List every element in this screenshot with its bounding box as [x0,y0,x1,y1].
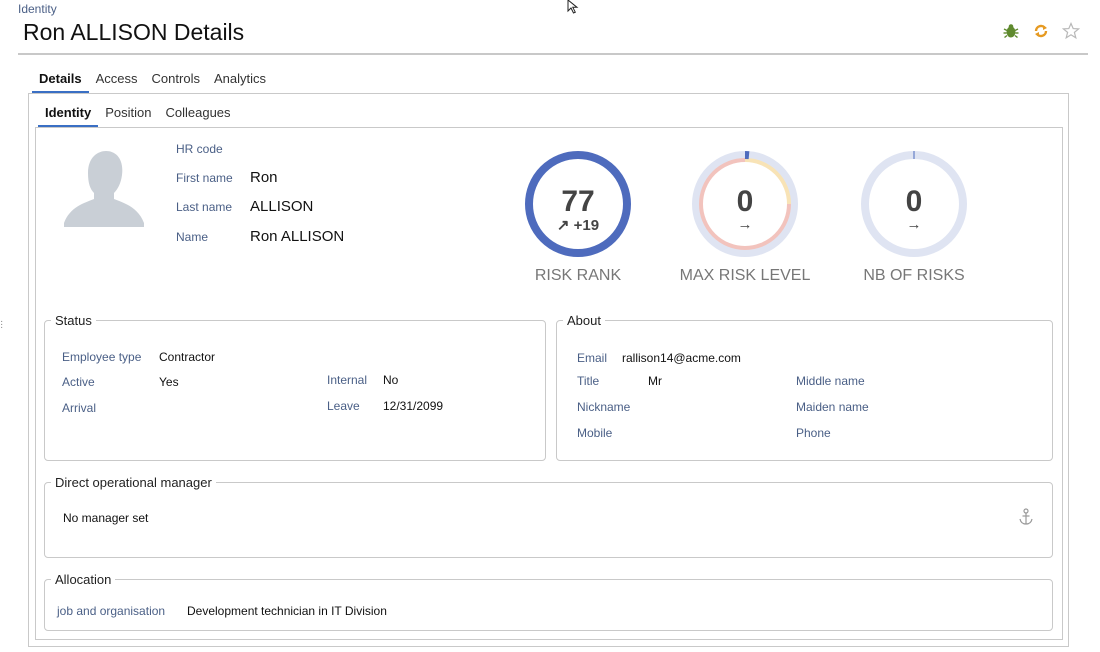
subtab-position[interactable]: Position [98,105,158,128]
leave-value: 12/31/2099 [383,399,444,413]
mouse-cursor-icon [567,0,579,14]
nb-of-risks-value: 0 [905,185,923,218]
status-section: Status [44,313,546,461]
anchor-icon[interactable] [1018,508,1034,526]
header-actions [1002,22,1080,40]
first-name-value: Ron [250,169,278,186]
last-name-value: ALLISON [250,198,314,215]
nickname-label: Nickname [577,400,631,414]
arrow-right-icon: → [906,216,922,233]
risk-rank-value: 77 [561,185,595,218]
page-title: Ron ALLISON Details [23,19,245,45]
name-label: Name [176,230,209,244]
subtab-identity[interactable]: Identity [38,105,99,128]
active-label: Active [62,375,95,389]
breadcrumb[interactable]: Identity [18,2,57,16]
hr-code-label: HR code [176,142,223,156]
maiden-name-label: Maiden name [796,400,869,414]
name-value: Ron ALLISON [250,228,345,245]
manager-section: Direct operational manager [44,475,1053,558]
star-icon[interactable] [1062,22,1080,40]
allocation-legend: Allocation [55,572,112,587]
last-name-label: Last name [176,200,233,214]
bug-icon[interactable] [1002,22,1020,40]
tab-controls[interactable]: Controls [145,71,207,94]
allocation-section: Allocation [44,572,1053,631]
drag-handle-icon[interactable]: · · · [0,317,3,333]
header-divider [18,53,1088,55]
employee-type-value: Contractor [159,350,216,364]
phone-label: Phone [796,426,831,440]
tab-analytics[interactable]: Analytics [207,71,273,94]
nb-of-risks-label: NB OF RISKS [863,267,965,284]
max-risk-level-value: 0 [736,185,754,218]
allocation-value: Development technician in IT Division [187,604,387,618]
arrow-up-right-icon: ↗ [556,217,570,234]
email-value: rallison14@acme.com [622,351,741,365]
mobile-label: Mobile [577,426,613,440]
main-tabs: Details Access Controls Analytics [32,71,273,94]
subtab-colleagues[interactable]: Colleagues [158,105,237,128]
risk-rank-delta: ↗ +19 [556,217,600,234]
sub-tabs: Identity Position Colleagues [38,105,238,128]
sync-icon[interactable] [1032,22,1050,40]
arrow-right-icon: → [737,216,753,233]
manager-legend: Direct operational manager [55,475,212,490]
arrival-label: Arrival [62,401,97,415]
employee-type-label: Employee type [62,350,142,364]
email-label: Email [577,351,608,365]
allocation-label: job and organisation [57,604,166,618]
title-label: Title [577,374,600,388]
about-legend: About [567,313,601,328]
middle-name-label: Middle name [796,374,865,388]
first-name-label: First name [176,171,233,185]
title-value: Mr [648,374,662,388]
internal-value: No [383,373,399,387]
manager-value: No manager set [63,511,149,525]
tab-details[interactable]: Details [32,71,89,94]
active-value: Yes [159,375,179,389]
internal-label: Internal [327,373,368,387]
tab-access[interactable]: Access [89,71,145,94]
status-legend: Status [55,313,92,328]
avatar [62,143,146,227]
leave-label: Leave [327,399,360,413]
